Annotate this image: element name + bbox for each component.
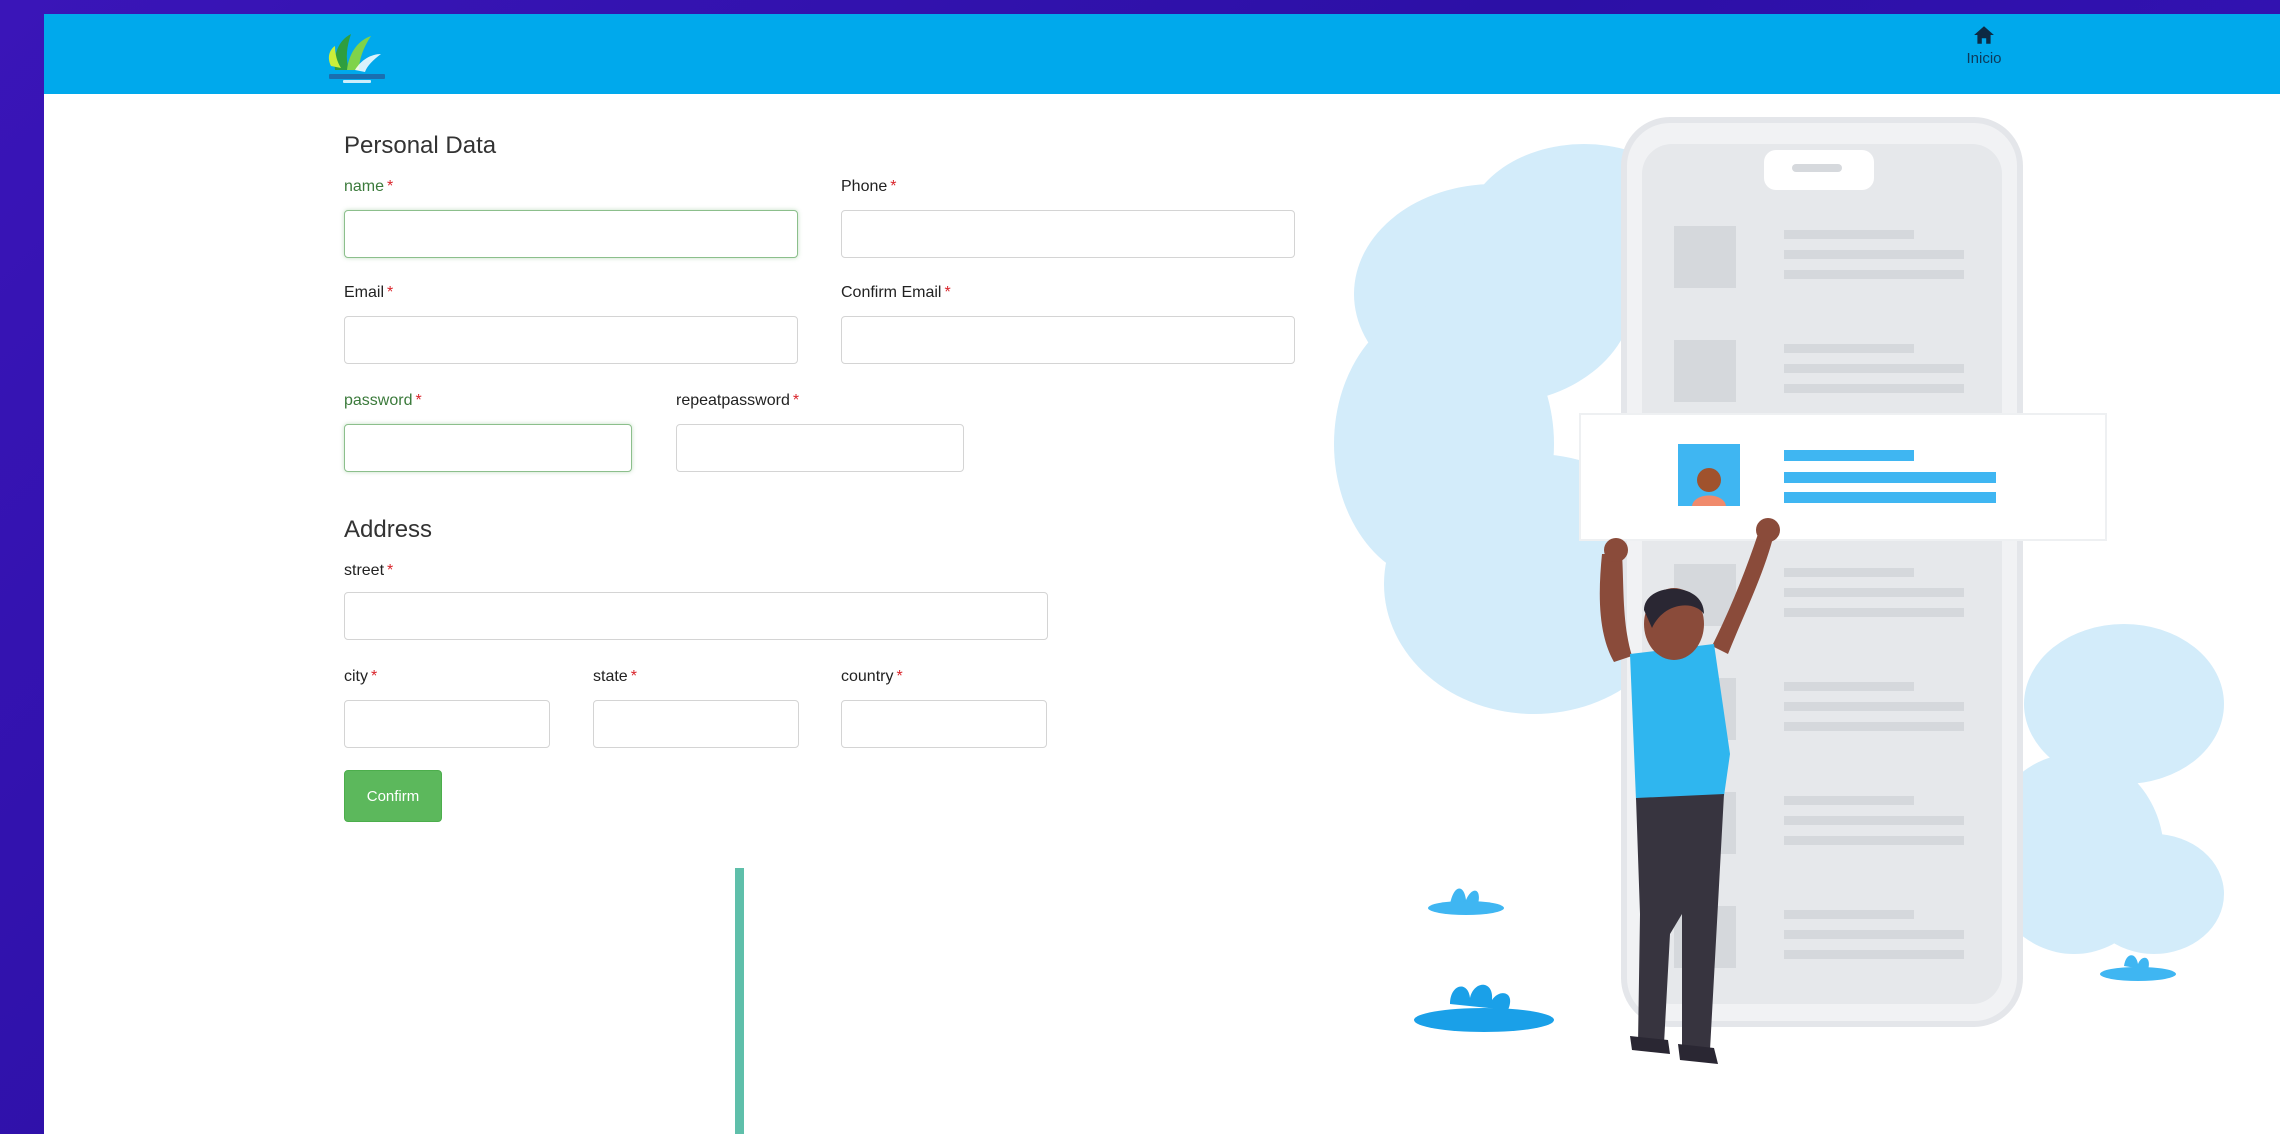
home-icon [1974,26,1994,44]
required-mark: * [792,392,800,409]
nav-home-link[interactable]: Inicio [1944,24,2024,84]
personal-data-title: Personal Data [344,132,497,159]
state-label: state * [593,668,637,685]
required-mark: * [890,178,897,195]
required-mark: * [896,668,903,685]
address-title: Address [344,516,433,543]
required-mark: * [387,562,394,579]
country-input[interactable] [841,700,1047,748]
confirm-email-label: Confirm Email * [841,284,951,301]
accent-divider [735,868,744,1134]
required-mark: * [387,178,394,195]
city-label: city * [344,668,378,685]
email-input[interactable] [344,316,798,364]
password-input[interactable] [344,424,632,472]
street-label: street * [344,562,394,579]
required-mark: * [387,284,394,301]
name-input[interactable] [344,210,798,258]
confirm-email-input[interactable] [841,316,1295,364]
state-input[interactable] [593,700,799,748]
page: Inicio Personal Data name * Phone * Email *… [44,14,2280,1134]
confirm-button[interactable]: Confirm [344,770,442,822]
phone-label: Phone * [841,178,897,195]
password-label: password * [344,392,422,409]
top-navbar: Inicio [44,14,2280,94]
required-mark: * [630,668,637,685]
leaf-logo-icon[interactable] [325,30,389,86]
required-mark: * [371,668,378,685]
nav-home-label: Inicio [1966,50,2002,67]
street-input[interactable] [344,592,1048,640]
required-mark: * [944,284,951,301]
name-label: name * [344,178,394,195]
repeat-password-label: repeatpassword * [676,392,800,409]
email-label: Email * [344,284,394,301]
country-label: country * [841,668,903,685]
required-mark: * [415,392,422,409]
city-input[interactable] [344,700,550,748]
repeat-password-input[interactable] [676,424,964,472]
person-reaching-phone-illustration [1334,117,2224,1064]
phone-input[interactable] [841,210,1295,258]
